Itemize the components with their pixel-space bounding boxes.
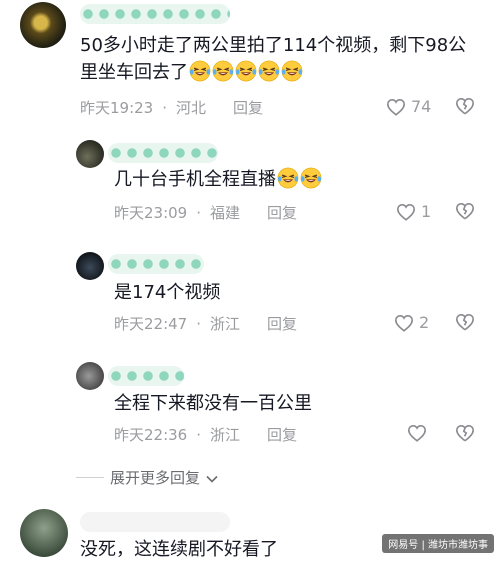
- separator-dot: ·: [196, 314, 202, 333]
- reply-time: 昨天23:09: [114, 204, 188, 222]
- emoji-group: [276, 167, 322, 190]
- expand-more-replies-label: 展开更多回复: [110, 469, 201, 487]
- username-redacted[interactable]: [80, 4, 230, 24]
- separator-dot: ·: [162, 98, 168, 117]
- like-button[interactable]: [407, 424, 432, 442]
- reply-meta: 昨天22:47 · 浙江 回复: [114, 313, 297, 334]
- broken-heart-icon: [455, 424, 475, 442]
- comment-text: 50多小时走了两公里拍了114个视频，剩下98公 里坐车回去了: [80, 32, 490, 86]
- avatar[interactable]: [76, 252, 104, 280]
- dislike-button[interactable]: [455, 424, 475, 442]
- like-button[interactable]: 2: [394, 313, 429, 332]
- avatar[interactable]: [76, 140, 104, 168]
- laugh-cry-emoji: [300, 167, 322, 189]
- reply-time: 昨天22:47: [114, 315, 188, 333]
- dislike-button[interactable]: [455, 202, 475, 220]
- reply-button[interactable]: 回复: [267, 202, 297, 223]
- broken-heart-icon: [455, 202, 475, 220]
- comment-meta: 昨天19:23 · 河北 回复: [80, 97, 263, 118]
- username-redacted[interactable]: [108, 254, 204, 274]
- heart-icon: [386, 98, 406, 116]
- heart-icon: [396, 203, 416, 221]
- reply-button[interactable]: 回复: [267, 313, 297, 334]
- reply-button[interactable]: 回复: [267, 424, 297, 445]
- laugh-cry-emoji: [189, 60, 211, 82]
- avatar[interactable]: [20, 2, 66, 48]
- avatar[interactable]: [76, 362, 104, 390]
- comment-text-line-2: 里坐车回去了: [80, 59, 490, 86]
- laugh-cry-emoji: [235, 60, 257, 82]
- reply-text-content: 全程下来都没有一百公里: [114, 393, 312, 414]
- reply-text-content: 几十台手机全程直播: [114, 169, 276, 190]
- reply-location: 浙江: [210, 426, 241, 444]
- comment-text-content: 没死，这连续剧不好看了: [80, 539, 278, 560]
- reply-text-content: 是174个视频: [114, 282, 221, 303]
- broken-heart-icon: [455, 97, 475, 115]
- username-redacted[interactable]: [108, 143, 218, 163]
- like-count: 74: [411, 97, 432, 116]
- reply-text: 几十台手机全程直播: [114, 166, 322, 193]
- comment-location: 河北: [176, 99, 207, 117]
- reply-text: 全程下来都没有一百公里: [114, 390, 312, 417]
- reply-button[interactable]: 回复: [233, 97, 263, 118]
- comment-text-line-2-text: 里坐车回去了: [80, 62, 188, 83]
- comment-time: 昨天19:23: [80, 99, 154, 117]
- laugh-cry-emoji: [258, 60, 280, 82]
- reply-text: 是174个视频: [114, 279, 220, 306]
- like-count: 2: [419, 313, 430, 332]
- reply-time: 昨天22:36: [114, 426, 188, 444]
- separator-dot: ·: [196, 425, 202, 444]
- laugh-cry-emoji: [212, 60, 234, 82]
- reply-location: 浙江: [210, 315, 241, 333]
- heart-icon: [394, 314, 414, 332]
- like-count: 1: [421, 202, 432, 221]
- like-button[interactable]: 74: [386, 97, 431, 116]
- avatar[interactable]: [20, 509, 68, 557]
- laugh-cry-emoji: [277, 167, 299, 189]
- expand-more-replies-button[interactable]: 展开更多回复: [76, 467, 218, 488]
- chevron-down-icon: [206, 469, 218, 487]
- dislike-button[interactable]: [455, 97, 475, 115]
- separator-dot: ·: [196, 203, 202, 222]
- comment-text-line-1: 50多小时走了两公里拍了114个视频，剩下98公: [80, 35, 467, 56]
- broken-heart-icon: [455, 313, 475, 331]
- reply-meta: 昨天23:09 · 福建 回复: [114, 202, 297, 223]
- watermark: 网易号 | 潍坊市潍坊事: [382, 534, 494, 553]
- heart-icon: [407, 424, 427, 442]
- laugh-cry-emoji: [281, 60, 303, 82]
- divider: [76, 477, 104, 478]
- reply-location: 福建: [210, 204, 241, 222]
- dislike-button[interactable]: [455, 313, 475, 331]
- emoji-group: [188, 60, 303, 83]
- username-redacted[interactable]: [108, 366, 184, 386]
- reply-meta: 昨天22:36 · 浙江 回复: [114, 424, 297, 445]
- username-redacted[interactable]: [80, 512, 230, 532]
- like-button[interactable]: 1: [396, 202, 431, 221]
